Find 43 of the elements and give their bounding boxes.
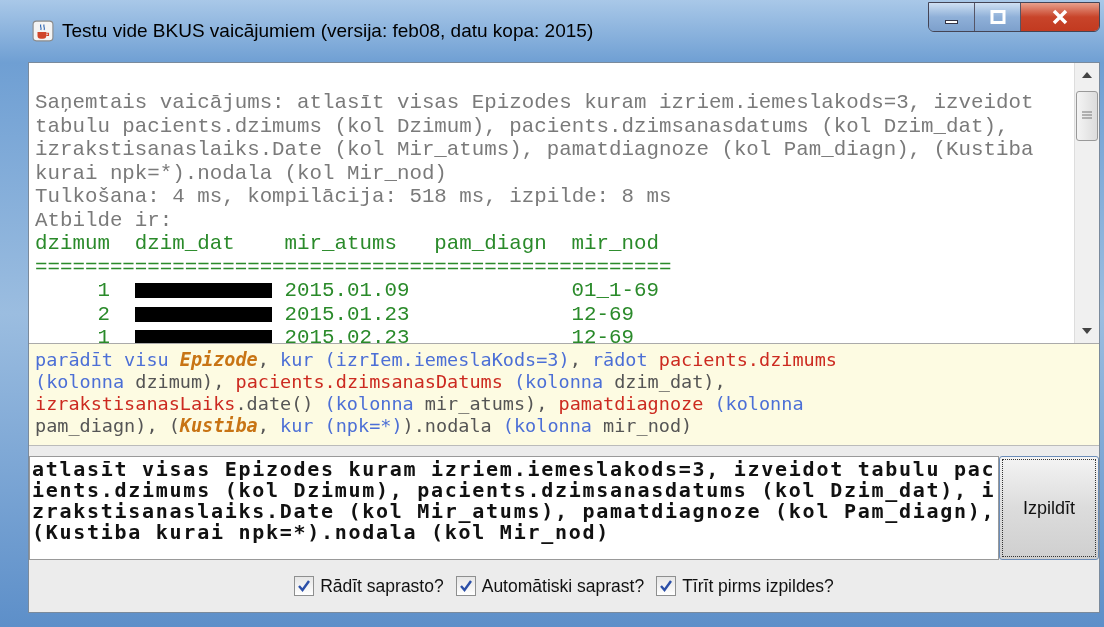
checkbox[interactable] xyxy=(656,576,677,596)
coffee-cup-icon xyxy=(32,20,54,42)
query-input[interactable]: atlasīt visas Epizodes kuram izriem.iemeslakods=3, izveidot tabulu pacients.dzimums (kol Dzimum), pacients.dzimsanasdatums (kol Dzim_dat), izrakstisanaslaiks.Date (kol Mir_atums), pamatdiagnoze (kol Pam_diagn), (Kustiba kurai npk=*).nodala (kol Mir_nod) xyxy=(29,456,999,560)
scroll-up-icon xyxy=(1081,71,1093,79)
table-cell-text: 12-69 xyxy=(571,326,635,343)
table-cell-text: 12-69 xyxy=(571,302,635,326)
grip-icon xyxy=(1081,111,1093,121)
close-button[interactable] xyxy=(1021,3,1099,31)
table-rule: =================================================== xyxy=(35,255,673,279)
table-cell-text: 2015.02.23 xyxy=(284,326,411,343)
checkbox-label[interactable]: Automātiski saprast? xyxy=(481,575,645,597)
table-cell-text: 2015.01.23 xyxy=(284,302,411,326)
maximize-icon xyxy=(989,10,1006,24)
checkbox-label[interactable]: Rādīt saprasto? xyxy=(320,575,444,597)
table-cell-text: 01_1-69 xyxy=(571,279,660,303)
parsed-query-text: parādīt visu Epizode, kur (izrIem.iemeslaKods=3), rādot pacients.dzimums (kolonna dzimum), pacients.dzimsanasDatums (kolonna dzim_dat), izrakstisanasLaiks.date() (kolonna mir_atums), pamatdiagnoze (kolonna pam_diagn), (Kustiba, kur (npk=*)).nodala (kolonna mir_nod) xyxy=(35,349,838,437)
checkbox[interactable] xyxy=(455,576,476,596)
table-cell-text: 2015.01.09 xyxy=(284,279,411,303)
query-echo-text: Saņemtais vaicājums: atlasīt visas Epizodes kuram izriem.iemeslakods=3, izveidot tabulu pacients.dzimums (kol Dzimum), pacients.dzimsanasdatums (kol Dzim_dat), izrakstisanaslaiks.Date (kol Mir_atums), pamatdiagnoze (kol Pam_diagn), (Kustiba kurai npk=*).nodala (kol Mir_nod) xyxy=(35,91,1035,185)
scrollbar[interactable] xyxy=(1074,63,1099,343)
table-cell-text: 1 xyxy=(96,326,110,343)
column-header: dzim_dat xyxy=(134,232,236,256)
checkmark-icon xyxy=(458,579,473,593)
table-cell-text: 2 xyxy=(96,302,110,326)
run-button[interactable]: Izpildīt xyxy=(999,456,1099,560)
minimize-icon xyxy=(945,20,958,24)
answer-label: Atbilde ir: xyxy=(35,208,174,232)
column-header: mir_nod xyxy=(571,232,660,256)
column-header: dzimum xyxy=(35,232,111,256)
scroll-down-icon xyxy=(1081,327,1093,335)
checkbox-label[interactable]: Tīrīt pirms izpildes? xyxy=(682,575,834,597)
column-header: pam_diagn xyxy=(434,232,548,256)
maximize-button[interactable] xyxy=(975,3,1021,31)
checkmark-icon xyxy=(297,579,312,593)
window-title: Testu vide BKUS vaicājumiem (versija: feb08, datu kopa: 2015) xyxy=(62,20,594,42)
checkmark-icon xyxy=(659,579,674,593)
close-icon xyxy=(1051,9,1069,25)
scroll-thumb[interactable] xyxy=(1076,91,1098,141)
table-cell-text: 1 xyxy=(96,279,110,303)
checkbox[interactable] xyxy=(294,576,315,596)
timing-text: Tulkošana: 4 ms, kompilācija: 518 ms, izpilde: 8 ms xyxy=(35,185,673,209)
minimize-button[interactable] xyxy=(929,3,975,31)
column-header: mir_atums xyxy=(284,232,398,256)
